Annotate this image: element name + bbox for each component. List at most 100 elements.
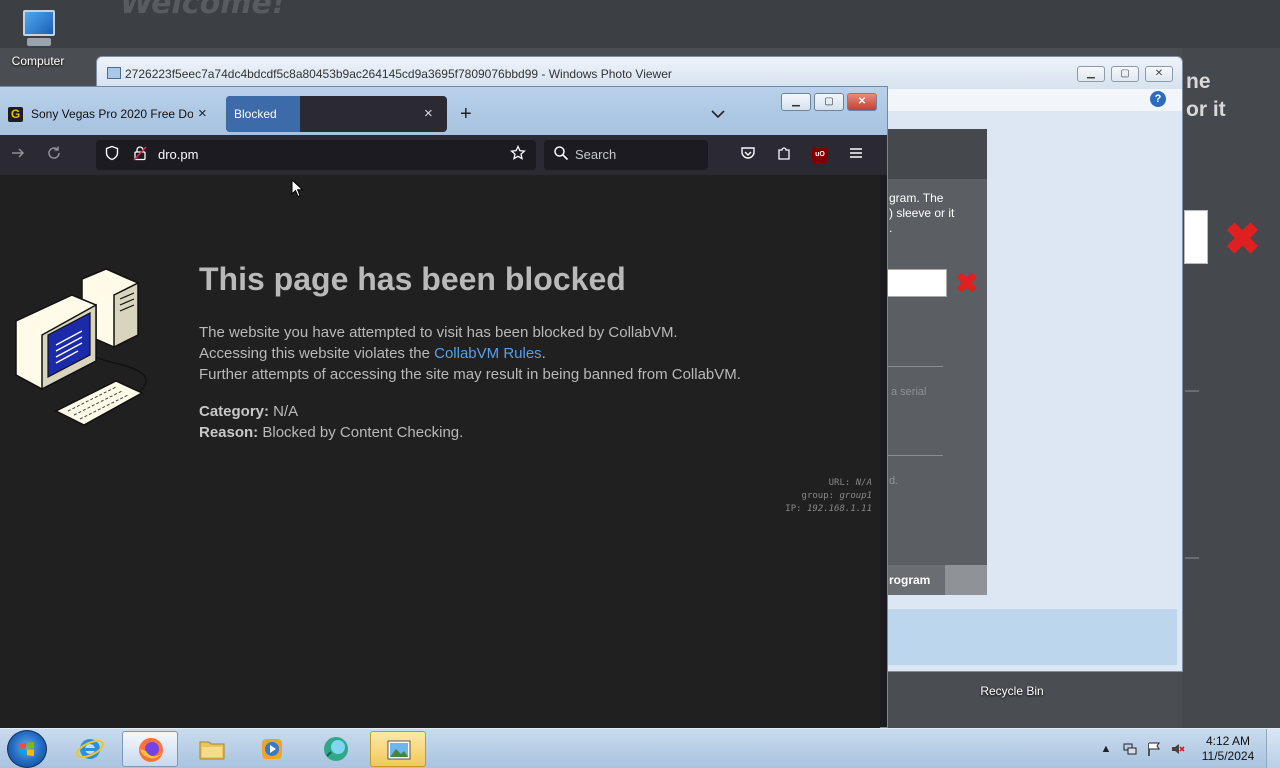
show-desktop-button[interactable] (1266, 729, 1280, 768)
taskbar: ▲ 4:12 AM 11/5/2024 (0, 728, 1280, 768)
tab-label: Blocked (226, 96, 300, 132)
pocket-button[interactable] (738, 145, 758, 165)
bookmark-star-icon[interactable] (508, 144, 528, 165)
close-button[interactable]: ✕ (847, 93, 877, 111)
search-placeholder: Search (575, 147, 617, 162)
tab-label: Sony Vegas Pro 2020 Free Down (31, 107, 193, 121)
page-title: This page has been blocked (199, 261, 626, 297)
reason-row: Reason: Blocked by Content Checking. (199, 422, 463, 443)
blocked-message-line: Further attempts of accessing the site m… (199, 366, 741, 383)
taskbar-firefox[interactable] (122, 731, 178, 767)
photo-viewer-titlebar[interactable]: 2726223f5eec7a74dc4bdcdf5c8a80453b9ac264… (97, 57, 1182, 89)
background-installer-panel (1182, 48, 1280, 728)
computer-icon (17, 8, 59, 52)
insecure-lock-icon[interactable] (130, 145, 150, 165)
debug-row: URL: N/A (785, 477, 872, 490)
photo-bottom-panel (887, 609, 1177, 665)
blocked-message-line: The website you have attempted to visit … (199, 324, 678, 341)
maximize-button[interactable]: ▢ (1111, 66, 1139, 82)
block-details: Category: N/A Reason: Blocked by Content… (199, 401, 463, 443)
divider (1185, 390, 1199, 392)
retro-computer-icon (15, 268, 147, 426)
ublock-origin-icon[interactable]: uO (812, 147, 828, 163)
tab-sony-vegas[interactable]: G Sony Vegas Pro 2020 Free Down × (0, 96, 216, 132)
background-welcome-heading: Welcome! (120, 0, 286, 21)
photo-viewer-icon (387, 740, 411, 760)
text-fragment: Accessing this website violates the (199, 345, 435, 362)
minimize-button[interactable]: ▁ (781, 93, 811, 111)
start-button[interactable] (7, 730, 47, 768)
taskbar-photo-viewer[interactable] (370, 731, 426, 767)
error-x-icon: ✖ (955, 268, 979, 299)
debug-label: URL: (828, 478, 856, 488)
pocket-icon (741, 147, 755, 159)
site-favicon-icon: G (8, 107, 23, 122)
action-center-flag-icon[interactable] (1146, 741, 1162, 757)
minimize-button[interactable]: ▁ (1077, 66, 1105, 82)
divider (1185, 557, 1199, 559)
hamburger-menu-icon (850, 148, 862, 158)
photo-text-fragment: . (889, 221, 893, 235)
photo-input-field (887, 269, 947, 297)
extensions-button[interactable] (774, 145, 794, 165)
photo-button-grey (945, 565, 987, 595)
photo-button-fragment: rogram (887, 565, 945, 595)
blocked-message: The website you have attempted to visit … (199, 322, 741, 385)
reason-value: Blocked by Content Checking. (258, 424, 464, 441)
category-label: Category: (199, 403, 270, 420)
photo-viewer-app-icon (107, 67, 121, 79)
photo-text-fragment: ) sleeve or it (889, 206, 955, 220)
list-all-tabs-button[interactable] (711, 96, 725, 132)
category-value: N/A (269, 403, 299, 420)
tab-close-icon[interactable]: × (424, 96, 433, 132)
error-x-icon: ✖ (1224, 215, 1261, 264)
tab-close-icon[interactable]: × (198, 96, 207, 132)
url-bar[interactable]: dro.pm (96, 140, 536, 170)
photo-dim-fragment: a serial (891, 386, 927, 398)
debug-value: group1 (839, 491, 872, 501)
blocked-page: This page has been blocked The website y… (0, 175, 880, 729)
chat-app-icon (324, 737, 348, 761)
taskbar-internet-explorer[interactable] (62, 731, 118, 767)
photo-content-header (887, 129, 987, 179)
debug-row: IP: 192.168.1.11 (785, 503, 872, 516)
background-text-line: or it (1186, 98, 1226, 121)
block-debug-info: URL: N/A group: group1 IP: 192.168.1.11 (785, 477, 872, 516)
arrow-right-icon (12, 148, 25, 158)
network-icon[interactable] (1122, 741, 1138, 757)
desktop-banner: Welcome! (0, 0, 1280, 48)
firefox-window: G Sony Vegas Pro 2020 Free Down × Blocke… (0, 86, 888, 729)
taskbar-clock[interactable]: 4:12 AM 11/5/2024 (1196, 734, 1260, 764)
navigation-toolbar: dro.pm Search uO (0, 135, 887, 175)
chevron-down-icon (711, 110, 725, 119)
close-button[interactable]: ✕ (1145, 66, 1173, 82)
desktop-icon-label: Recycle Bin (980, 684, 1044, 698)
search-box[interactable]: Search (544, 140, 708, 170)
debug-row: group: group1 (785, 490, 872, 503)
reload-button[interactable] (44, 145, 64, 165)
reason-label: Reason: (199, 424, 259, 441)
taskbar-media-player[interactable] (244, 731, 300, 767)
url-text[interactable]: dro.pm (158, 140, 198, 170)
mouse-cursor-icon (291, 179, 304, 198)
divider (887, 455, 943, 456)
tab-blocked[interactable]: Blocked × (226, 96, 447, 132)
debug-value: 192.168.1.11 (806, 504, 872, 514)
new-tab-button[interactable]: + (460, 96, 472, 132)
show-hidden-icons-button[interactable]: ▲ (1098, 741, 1114, 757)
app-menu-button[interactable] (846, 145, 866, 165)
help-icon[interactable]: ? (1150, 91, 1166, 107)
desktop-icon-computer[interactable]: Computer (0, 8, 76, 68)
background-input-field (1184, 210, 1208, 264)
taskbar-file-explorer[interactable] (184, 731, 240, 767)
tracking-protection-shield-icon[interactable] (102, 145, 122, 165)
forward-button[interactable] (8, 145, 28, 165)
volume-muted-icon[interactable] (1170, 741, 1186, 757)
collabvm-rules-link[interactable]: CollabVM Rules (434, 345, 542, 362)
taskbar-chat-app[interactable] (308, 731, 364, 767)
internet-explorer-icon (76, 739, 104, 759)
maximize-button[interactable]: ▢ (814, 93, 844, 111)
windows-logo-icon (20, 741, 34, 757)
firefox-tabstrip: G Sony Vegas Pro 2020 Free Down × Blocke… (0, 87, 887, 135)
text-fragment: . (541, 345, 546, 362)
